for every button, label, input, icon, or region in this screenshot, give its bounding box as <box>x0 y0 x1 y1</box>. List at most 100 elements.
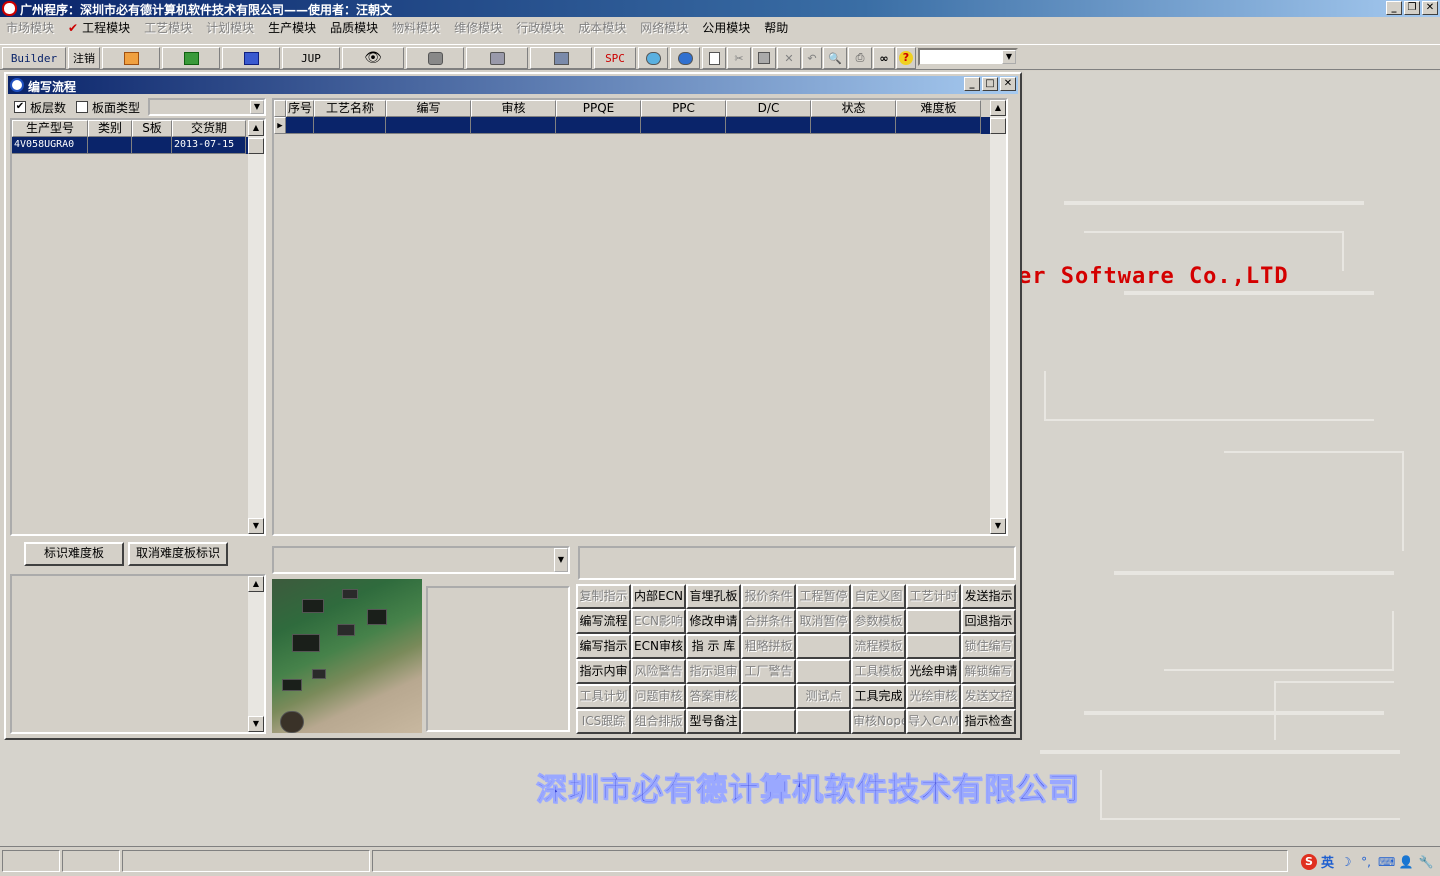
scroll-up-arrow[interactable]: ▲ <box>990 100 1006 116</box>
scroll-up-arrow[interactable]: ▲ <box>248 120 264 136</box>
action-button[interactable]: 复制指示 <box>576 584 631 609</box>
menu-item[interactable]: 市场模块 <box>6 19 54 36</box>
action-button[interactable]: 合拼条件 <box>741 609 796 634</box>
action-button[interactable]: 编写指示 <box>576 634 631 659</box>
column-header[interactable]: 交货期 <box>172 120 246 137</box>
column-header[interactable]: 类别 <box>88 120 132 137</box>
undo-button[interactable]: ↶ <box>802 47 822 69</box>
word-button[interactable] <box>222 47 280 69</box>
empty-action-button[interactable] <box>906 609 961 634</box>
grid-cell[interactable] <box>641 117 726 134</box>
grid-cell[interactable] <box>386 117 471 134</box>
action-button[interactable]: 发送文控 <box>961 684 1016 709</box>
moon-icon[interactable]: ☽ <box>1338 854 1354 870</box>
bottom-select[interactable]: ▼ <box>272 546 570 574</box>
menu-item[interactable]: 物料模块 <box>392 19 440 36</box>
cancel-difficulty-mark-button[interactable]: 取消难度板标识 <box>128 542 228 566</box>
action-button[interactable]: 锁住编写 <box>961 634 1016 659</box>
action-button[interactable]: 工程暂停 <box>796 584 851 609</box>
action-button[interactable]: 工艺计时 <box>906 584 961 609</box>
browser-button[interactable] <box>670 47 700 69</box>
mark-difficulty-button[interactable]: 标识难度板 <box>24 542 124 566</box>
scroll-thumb[interactable] <box>990 118 1006 134</box>
action-button[interactable]: 光绘审核 <box>906 684 961 709</box>
powerpoint-button[interactable] <box>102 47 160 69</box>
grid-cell[interactable] <box>314 117 386 134</box>
action-button[interactable]: 光绘申请 <box>906 659 961 684</box>
column-header[interactable]: 编写 <box>386 100 471 117</box>
notes-scrollbar[interactable]: ▲ ▼ <box>248 576 264 732</box>
column-header[interactable]: 序号 <box>286 100 314 117</box>
toolbar-select[interactable]: ▼ <box>918 48 1018 66</box>
action-button[interactable]: 工具完成 <box>851 684 906 709</box>
action-button[interactable]: 指示内审 <box>576 659 631 684</box>
action-button[interactable]: 审核Nope <box>851 709 906 734</box>
menu-item[interactable]: 计划模块 <box>206 19 254 36</box>
ime-language-label[interactable]: 英 <box>1321 852 1334 871</box>
action-button[interactable]: 问题审核 <box>631 684 686 709</box>
empty-action-button[interactable] <box>906 634 961 659</box>
table-row[interactable]: 4V058UGRA0 2013-07-15 <box>12 137 264 154</box>
grid-cell[interactable] <box>896 117 981 134</box>
action-button[interactable]: 工具计划 <box>576 684 631 709</box>
user-icon[interactable]: 👤 <box>1398 854 1414 870</box>
new-button[interactable] <box>702 47 726 69</box>
cut-button[interactable]: ✂ <box>727 47 751 69</box>
board-type-select[interactable]: ▼ <box>148 98 266 116</box>
empty-action-button[interactable] <box>796 634 851 659</box>
layer-count-checkbox[interactable]: ✔ <box>14 101 26 113</box>
close-button[interactable]: ✕ <box>1422 1 1438 15</box>
menu-item[interactable]: 维修模块 <box>454 19 502 36</box>
scroll-down-arrow[interactable]: ▼ <box>248 716 264 732</box>
help-button[interactable]: ? <box>896 47 916 69</box>
empty-action-button[interactable] <box>741 684 796 709</box>
action-button[interactable]: 风险警告 <box>631 659 686 684</box>
action-button[interactable]: 工厂警告 <box>741 659 796 684</box>
jup-button[interactable]: JUP <box>282 47 340 69</box>
empty-action-button[interactable] <box>796 709 851 734</box>
print-button[interactable]: ⎙ <box>848 47 872 69</box>
action-button[interactable]: 解锁编写 <box>961 659 1016 684</box>
keyboard-icon[interactable]: ⌨ <box>1378 854 1395 870</box>
action-button[interactable]: 粗略拼板 <box>741 634 796 659</box>
action-button[interactable]: 内部ECN <box>631 584 686 609</box>
grid-cell[interactable] <box>471 117 556 134</box>
child-minimize-button[interactable]: _ <box>964 77 980 91</box>
menu-item[interactable]: 生产模块 <box>268 19 316 36</box>
grid-cell[interactable]: 2013-07-15 <box>172 137 246 154</box>
column-header[interactable]: 难度板 <box>896 100 981 117</box>
column-header[interactable]: 状态 <box>811 100 896 117</box>
scroll-thumb[interactable] <box>248 138 264 154</box>
grid-cell[interactable] <box>556 117 641 134</box>
menu-item[interactable]: 公用模块 <box>702 19 750 36</box>
preview-button[interactable]: 🔍 <box>823 47 847 69</box>
action-button[interactable]: 回退指示 <box>961 609 1016 634</box>
table-row[interactable]: ▶ <box>274 117 1006 134</box>
ime-toolbar[interactable]: S 英 ☽ °, ⌨ 👤 🔧 <box>1300 852 1434 871</box>
action-button[interactable]: 盲埋孔板 <box>686 584 741 609</box>
column-header[interactable]: 生产型号 <box>12 120 88 137</box>
action-button[interactable]: 修改申请 <box>686 609 741 634</box>
menu-item[interactable]: 品质模块 <box>330 19 378 36</box>
child-close-button[interactable]: ✕ <box>1000 77 1016 91</box>
grid-cell[interactable] <box>132 137 172 154</box>
process-grid-scrollbar[interactable]: ▲ ▼ <box>990 100 1006 534</box>
scroll-down-arrow[interactable]: ▼ <box>990 518 1006 534</box>
board-type-checkbox[interactable] <box>76 101 89 113</box>
sogou-icon[interactable]: S <box>1300 853 1317 870</box>
scroll-up-arrow[interactable]: ▲ <box>248 576 264 592</box>
column-header[interactable]: D/C <box>726 100 811 117</box>
model-grid-scrollbar[interactable]: ▲ ▼ <box>248 120 264 534</box>
excel-button[interactable] <box>162 47 220 69</box>
column-header[interactable]: PPQE <box>556 100 641 117</box>
action-button[interactable]: 型号备注 <box>686 709 741 734</box>
info-text-field[interactable] <box>578 546 1016 580</box>
find-button[interactable]: ∞ <box>873 47 895 69</box>
logout-button[interactable]: 注销 <box>68 47 100 69</box>
column-header[interactable]: PPC <box>641 100 726 117</box>
database-button[interactable] <box>406 47 464 69</box>
menu-item[interactable]: 工艺模块 <box>144 19 192 36</box>
wrench-icon[interactable]: 🔧 <box>1418 854 1434 870</box>
grid-cell[interactable] <box>726 117 811 134</box>
grid-cell[interactable] <box>811 117 896 134</box>
